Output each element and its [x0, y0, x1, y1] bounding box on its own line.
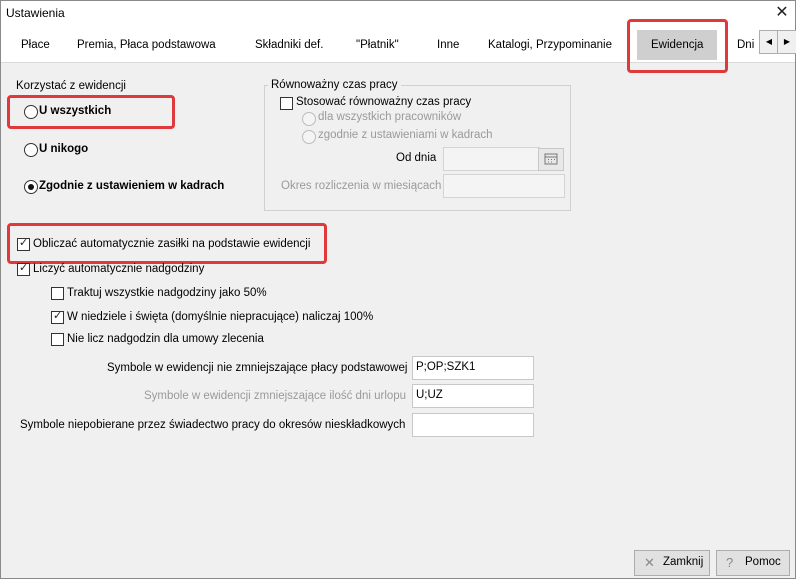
- allowances-checkbox[interactable]: ✓: [17, 237, 30, 251]
- no-overtime-contract-label[interactable]: Nie licz nadgodzin dla umowy zlecenia: [67, 333, 264, 345]
- check-icon: ✓: [19, 237, 29, 249]
- symbols-certificate-label: Symbole niepobierane przez świadectwo pr…: [20, 419, 406, 431]
- radio-u-wszystkich[interactable]: [24, 105, 38, 119]
- radio-u-nikogo[interactable]: [24, 143, 38, 157]
- tab-place[interactable]: Płace: [21, 39, 50, 51]
- period-input[interactable]: [443, 174, 565, 198]
- symbols-vacation-value: U;UZ: [416, 389, 443, 401]
- radio-all-employees[interactable]: [302, 112, 316, 126]
- symbols-not-reducing-input[interactable]: P;OP;SZK1: [412, 356, 534, 380]
- from-date-label: Od dnia: [396, 152, 437, 164]
- help-button[interactable]: ? Pomoc: [716, 550, 790, 576]
- tab-premia[interactable]: Premia, Płaca podstawowa: [77, 39, 216, 51]
- overtime-checkbox[interactable]: ✓: [17, 262, 30, 276]
- radio-zgodnie-label[interactable]: Zgodnie z ustawieniem w kadrach: [39, 180, 224, 192]
- overtime-50-label[interactable]: Traktuj wszystkie nadgodziny jako 50%: [67, 287, 267, 299]
- highlight-tab-ewidencja: [627, 19, 728, 73]
- help-button-label: Pomoc: [745, 556, 781, 568]
- equivalent-time-checkbox[interactable]: [280, 97, 293, 110]
- symbols-vacation-label: Symbole w ewidencji zmniejszające ilość …: [144, 390, 407, 402]
- close-icon[interactable]: ✕: [771, 2, 793, 24]
- tab-skladniki[interactable]: Składniki def.: [255, 39, 323, 51]
- close-icon: ✕: [644, 555, 655, 570]
- tab-scroll-left-icon[interactable]: ◀: [759, 30, 779, 54]
- radio-per-hr-label: zgodnie z ustawieniami w kadrach: [318, 129, 493, 141]
- radio-per-hr[interactable]: [302, 130, 316, 144]
- tab-scroll-right-icon[interactable]: ▶: [777, 30, 796, 54]
- symbols-vacation-input[interactable]: U;UZ: [412, 384, 534, 408]
- check-icon: ✓: [53, 310, 63, 322]
- holidays-100-checkbox[interactable]: ✓: [51, 310, 64, 324]
- radio-u-wszystkich-label[interactable]: U wszystkich: [39, 105, 111, 117]
- symbols-not-reducing-label: Symbole w ewidencji nie zmniejszające pł…: [107, 362, 408, 374]
- close-button-label: Zamknij: [663, 556, 704, 568]
- from-date-input[interactable]: [443, 147, 540, 171]
- radio-u-nikogo-label[interactable]: U nikogo: [39, 143, 88, 155]
- help-icon: ?: [726, 555, 734, 570]
- symbols-certificate-input[interactable]: [412, 413, 534, 437]
- tab-katalogi[interactable]: Katalogi, Przypominanie: [488, 39, 612, 51]
- holidays-100-label[interactable]: W niedziele i święta (domyślnie niepracu…: [67, 311, 373, 323]
- evidence-usage-label: Korzystać z ewidencji: [16, 80, 126, 92]
- no-overtime-contract-checkbox[interactable]: [51, 333, 64, 346]
- tab-platnik[interactable]: "Płatnik": [356, 39, 399, 51]
- calendar-icon[interactable]: [538, 148, 564, 171]
- equivalent-time-legend: Równoważny czas pracy: [268, 79, 401, 91]
- radio-zgodnie[interactable]: [24, 180, 38, 194]
- symbols-not-reducing-value: P;OP;SZK1: [416, 361, 476, 373]
- radio-all-employees-label: dla wszystkich pracowników: [318, 111, 462, 123]
- close-button[interactable]: ✕ Zamknij: [634, 550, 710, 576]
- overtime-50-checkbox[interactable]: [51, 287, 64, 300]
- overtime-label[interactable]: Liczyć automatycznie nadgodziny: [33, 263, 204, 275]
- check-icon: ✓: [19, 262, 29, 274]
- tab-inne[interactable]: Inne: [437, 39, 459, 51]
- window-title: Ustawienia: [6, 6, 65, 20]
- allowances-label[interactable]: Obliczać automatycznie zasiłki na podsta…: [33, 238, 310, 250]
- equivalent-time-checkbox-label[interactable]: Stosować równoważny czas pracy: [296, 96, 471, 108]
- tab-dni[interactable]: Dni: [737, 39, 754, 51]
- period-label: Okres rozliczenia w miesiącach: [281, 180, 442, 192]
